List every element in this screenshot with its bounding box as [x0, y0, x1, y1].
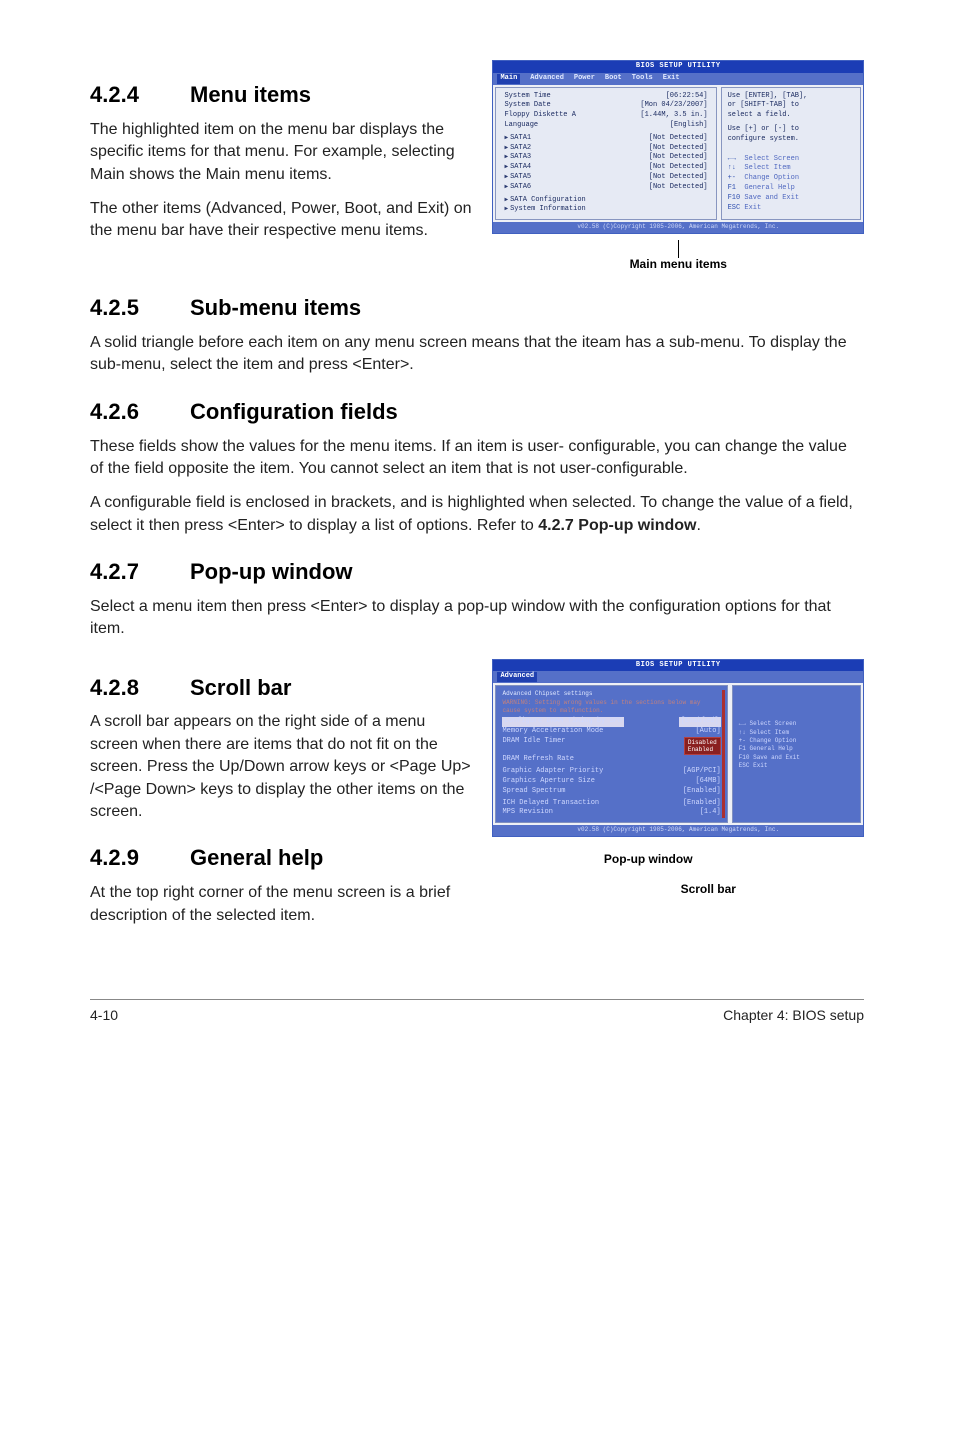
para-427-1: Select a menu item then press <Enter> to…	[90, 596, 864, 641]
para-424-2: The other items (Advanced, Power, Boot, …	[90, 198, 474, 243]
heading-427: 4.2.7Pop-up window	[90, 557, 864, 588]
heading-429: 4.2.9General help	[90, 843, 474, 874]
heading-425: 4.2.5Sub-menu items	[90, 293, 864, 324]
para-426-2: A configurable field is enclosed in brac…	[90, 492, 864, 537]
caption-popup-scroll: Pop-up window Scroll bar	[492, 851, 864, 899]
para-426-1: These fields show the values for the men…	[90, 436, 864, 481]
para-425-1: A solid triangle before each item on any…	[90, 332, 864, 377]
para-428-1: A scroll bar appears on the right side o…	[90, 711, 474, 823]
caption-main-menu: Main menu items	[492, 240, 864, 274]
para-429-1: At the top right corner of the menu scre…	[90, 882, 474, 927]
heading-426: 4.2.6Configuration fields	[90, 397, 864, 428]
scrollbar-icon	[722, 690, 725, 818]
bios-popup-screenshot: BIOS SETUP UTILITY Advanced Advanced Chi…	[492, 659, 864, 837]
popup-window: DisabledEnabled	[684, 737, 721, 755]
page-footer: 4-10 Chapter 4: BIOS setup	[90, 999, 864, 1026]
heading-424: 4.2.4Menu items	[90, 80, 474, 111]
para-424-1: The highlighted item on the menu bar dis…	[90, 119, 474, 186]
page-number: 4-10	[90, 1006, 118, 1026]
heading-428: 4.2.8Scroll bar	[90, 673, 474, 704]
bios-main-screenshot: BIOS SETUP UTILITY Main Advanced Power B…	[492, 60, 864, 234]
chapter-label: Chapter 4: BIOS setup	[723, 1006, 864, 1026]
